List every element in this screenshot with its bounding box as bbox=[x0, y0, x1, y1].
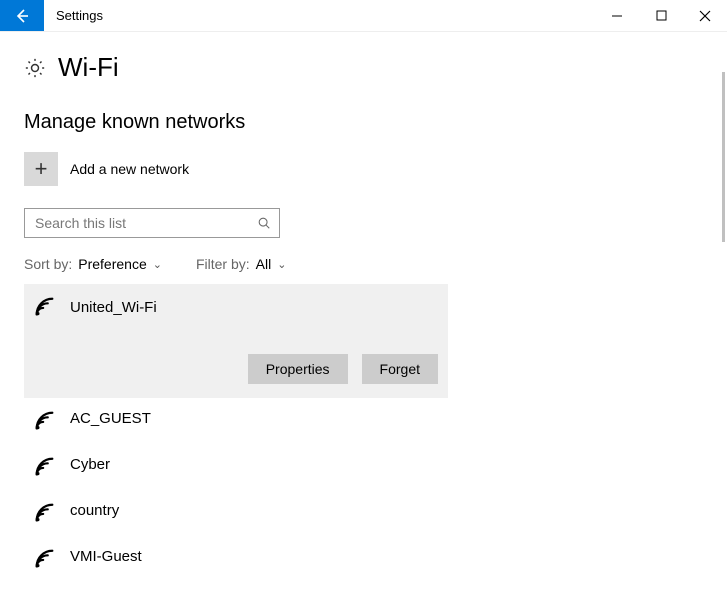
add-tile: + bbox=[24, 152, 58, 186]
chevron-down-icon: ⌄ bbox=[277, 258, 286, 271]
network-item[interactable]: country bbox=[24, 490, 703, 536]
sort-value: Preference bbox=[78, 256, 146, 272]
network-name: AC_GUEST bbox=[70, 410, 151, 427]
maximize-button[interactable] bbox=[639, 0, 683, 31]
sort-label: Sort by: bbox=[24, 256, 72, 272]
add-network-label: Add a new network bbox=[70, 161, 189, 177]
scrollbar[interactable] bbox=[722, 72, 725, 242]
wifi-icon bbox=[34, 410, 56, 432]
search-input[interactable] bbox=[33, 214, 257, 232]
wifi-icon bbox=[34, 548, 56, 570]
gear-icon bbox=[24, 57, 46, 79]
filter-value: All bbox=[256, 256, 272, 272]
page-header: Wi-Fi bbox=[24, 52, 703, 83]
network-item[interactable]: Cyber bbox=[24, 444, 703, 490]
wifi-icon bbox=[34, 502, 56, 524]
network-item[interactable]: VMI-Guest bbox=[24, 536, 703, 582]
network-item-selected[interactable]: United_Wi-Fi Properties Forget bbox=[24, 284, 448, 398]
network-name: VMI-Guest bbox=[70, 548, 142, 565]
content-area: Wi-Fi Manage known networks + Add a new … bbox=[0, 32, 727, 600]
arrow-left-icon bbox=[14, 8, 30, 24]
minimize-button[interactable] bbox=[595, 0, 639, 31]
wifi-icon bbox=[34, 296, 56, 318]
wifi-icon bbox=[34, 456, 56, 478]
network-item[interactable]: AC_GUEST bbox=[24, 398, 703, 444]
window-title: Settings bbox=[44, 0, 103, 31]
section-heading: Manage known networks bbox=[24, 111, 703, 134]
add-network-row[interactable]: + Add a new network bbox=[24, 152, 703, 186]
filter-by[interactable]: Filter by: All ⌄ bbox=[196, 256, 286, 272]
search-box[interactable] bbox=[24, 208, 280, 238]
network-name: United_Wi-Fi bbox=[70, 299, 157, 316]
plus-icon: + bbox=[35, 156, 48, 182]
titlebar: Settings bbox=[0, 0, 727, 32]
page-title: Wi-Fi bbox=[58, 52, 119, 83]
sort-by[interactable]: Sort by: Preference ⌄ bbox=[24, 256, 162, 272]
search-icon bbox=[257, 216, 271, 230]
properties-button[interactable]: Properties bbox=[248, 354, 348, 384]
close-button[interactable] bbox=[683, 0, 727, 31]
filter-label: Filter by: bbox=[196, 256, 250, 272]
chevron-down-icon: ⌄ bbox=[153, 258, 162, 271]
network-name: Cyber bbox=[70, 456, 110, 473]
network-actions: Properties Forget bbox=[248, 354, 438, 384]
network-name: country bbox=[70, 502, 119, 519]
back-button[interactable] bbox=[0, 0, 44, 31]
filter-row: Sort by: Preference ⌄ Filter by: All ⌄ bbox=[24, 256, 703, 272]
window-controls bbox=[595, 0, 727, 31]
network-list: United_Wi-Fi Properties Forget AC_GUEST … bbox=[24, 284, 703, 582]
forget-button[interactable]: Forget bbox=[362, 354, 438, 384]
